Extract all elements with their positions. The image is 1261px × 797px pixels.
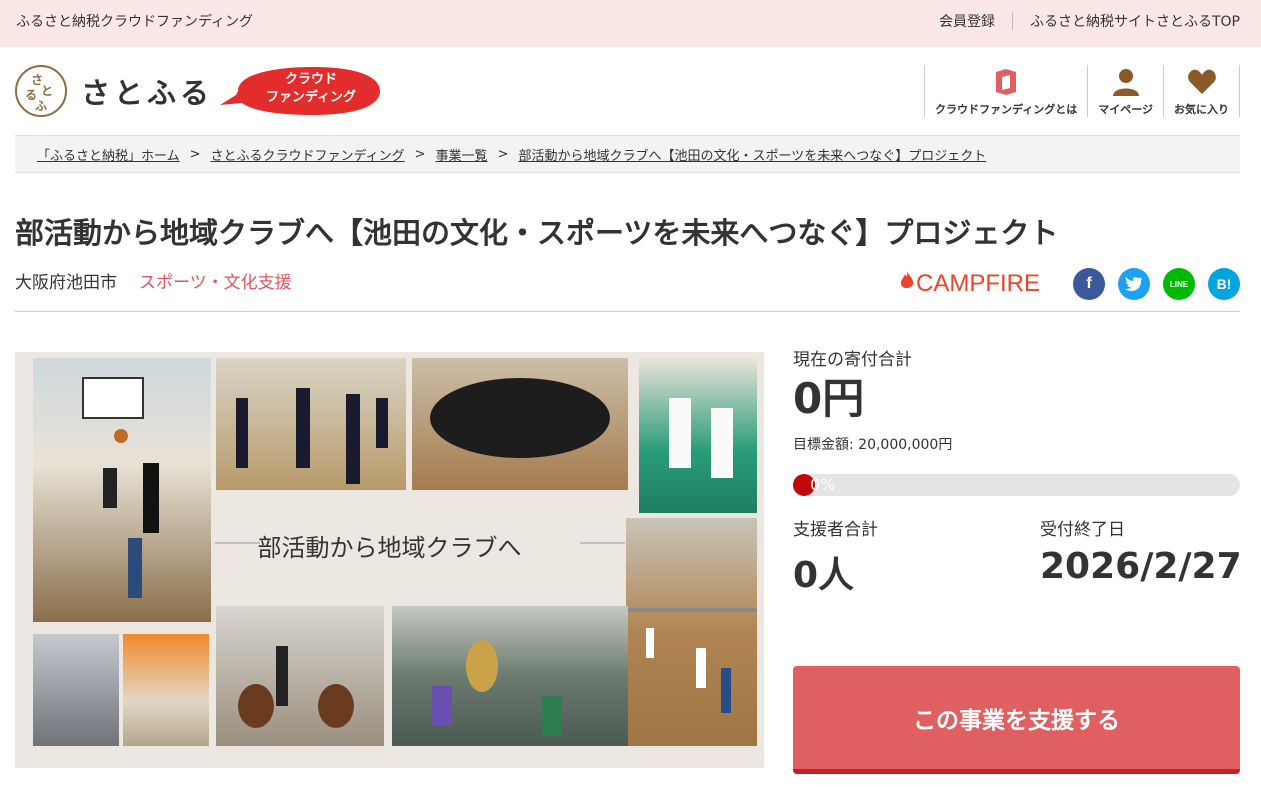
user-icon bbox=[1111, 67, 1141, 97]
taiko-drum-photo bbox=[216, 606, 384, 746]
header-nav: クラウドファンディングとは マイページ お気に入り bbox=[923, 65, 1240, 117]
facebook-share-icon[interactable]: f bbox=[1073, 268, 1105, 300]
top-bar: ふるさと納税クラウドファンディング 会員登録 ふるさと納税サイトさとふるTOP bbox=[0, 0, 1261, 47]
svg-text:と: と bbox=[41, 84, 53, 98]
crowdfunding-badge-text: クラウド ファンディング bbox=[265, 72, 357, 105]
logo-text: さとふる bbox=[81, 76, 214, 110]
breadcrumb-separator: > bbox=[189, 146, 201, 162]
team-huddle-photo bbox=[412, 358, 628, 490]
total-value: 0円 bbox=[793, 374, 865, 423]
project-meta: 大阪府池田市 スポーツ・文化支援 bbox=[15, 268, 292, 293]
breadcrumb-home[interactable]: 「ふるさと納税」ホーム bbox=[37, 145, 180, 164]
nav-mypage[interactable]: マイページ bbox=[1087, 65, 1163, 117]
project-category[interactable]: スポーツ・文化支援 bbox=[139, 268, 292, 293]
donation-panel: 現在の寄付合計 0円 目標金額: 20,000,000円 0% 支援者合計 0人… bbox=[793, 345, 1242, 596]
link-separator bbox=[1011, 12, 1013, 30]
nav-favorites[interactable]: お気に入り bbox=[1163, 65, 1240, 117]
breadcrumb-projects[interactable]: 事業一覧 bbox=[436, 145, 488, 164]
supporters-stat: 支援者合計 0人 bbox=[793, 515, 878, 598]
supporters-value: 0人 bbox=[793, 555, 855, 596]
breadcrumb-current[interactable]: 部活動から地域クラブへ【池田の文化・スポーツを未来へつなぐ】プロジェクト bbox=[518, 145, 986, 164]
breadcrumb-crowdfunding[interactable]: さとふるクラウドファンディング bbox=[211, 145, 405, 164]
dance-photo bbox=[33, 634, 119, 746]
page-title: 部活動から地域クラブへ【池田の文化・スポーツを未来へつなぐ】プロジェクト bbox=[15, 216, 1059, 250]
breadcrumb-separator: > bbox=[497, 146, 509, 162]
social-share: CAMPFIRE f LINE B! bbox=[900, 268, 1240, 300]
nav-about-crowdfunding[interactable]: クラウドファンディングとは bbox=[923, 65, 1087, 117]
breadcrumb-separator: > bbox=[414, 146, 426, 162]
progress-bar: 0% bbox=[793, 474, 1240, 496]
project-hero-image: 部活動から地域クラブへ bbox=[15, 352, 764, 768]
breadcrumb: 「ふるさと納税」ホーム > さとふるクラウドファンディング > 事業一覧 > 部… bbox=[15, 135, 1240, 173]
kendo-photo bbox=[216, 358, 406, 490]
stats: 支援者合計 0人 受付終了日 2026/2/27 bbox=[793, 515, 1242, 596]
top-links: 会員登録 ふるさと納税サイトさとふるTOP bbox=[939, 11, 1240, 31]
deadline-value: 2026/2/27 bbox=[1040, 546, 1242, 587]
campfire-logo[interactable]: CAMPFIRE bbox=[900, 270, 1040, 298]
deadline-label: 受付終了日 bbox=[1040, 520, 1125, 540]
goal-amount: 目標金額: 20,000,000円 bbox=[793, 437, 953, 453]
logo-mark-icon: さ と る ふ bbox=[15, 65, 67, 117]
satofull-logo[interactable]: さ と る ふ さとふる bbox=[15, 65, 213, 117]
project-city: 大阪府池田市 bbox=[15, 273, 117, 293]
header: さ と る ふ さとふる クラウド ファンディング クラウドファンディングとは bbox=[0, 47, 1261, 135]
site-label: ふるさと納税クラウドファンディング bbox=[16, 14, 254, 30]
member-register-link[interactable]: 会員登録 bbox=[939, 11, 995, 31]
campfire-text: CAMPFIRE bbox=[915, 270, 1040, 297]
sumo-protective-gear-photo bbox=[123, 634, 209, 746]
divider bbox=[15, 311, 1240, 312]
basketball-photo bbox=[33, 358, 211, 622]
hatena-bookmark-icon[interactable]: B! bbox=[1208, 268, 1240, 300]
flame-icon bbox=[900, 271, 914, 297]
crowdfunding-badge: クラウド ファンディング bbox=[218, 65, 382, 117]
band-practice-photo bbox=[392, 606, 628, 746]
progress-percent: 0% bbox=[810, 475, 836, 494]
satofull-top-link[interactable]: ふるさと納税サイトさとふるTOP bbox=[1030, 11, 1240, 31]
deadline-stat: 受付終了日 2026/2/27 bbox=[1040, 515, 1242, 587]
support-project-button[interactable]: この事業を支援する bbox=[793, 666, 1240, 774]
total-label: 現在の寄付合計 bbox=[793, 350, 912, 370]
heart-icon bbox=[1187, 67, 1217, 97]
supporters-label: 支援者合計 bbox=[793, 520, 878, 540]
twitter-share-icon[interactable] bbox=[1118, 268, 1150, 300]
svg-text:ふ: ふ bbox=[35, 99, 47, 113]
hero-caption: 部活動から地域クラブへ bbox=[215, 534, 625, 562]
karate-photo bbox=[639, 358, 757, 513]
line-share-icon[interactable]: LINE bbox=[1163, 268, 1195, 300]
book-icon bbox=[991, 67, 1021, 97]
